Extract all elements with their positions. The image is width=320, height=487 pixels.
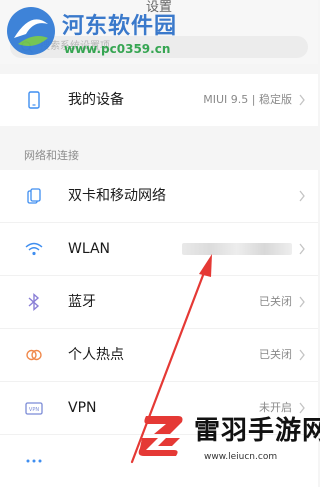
svg-text:VPN: VPN [29,407,39,413]
blurred-wifi-name [182,243,292,255]
watermark-title: 雷羽手游网 [194,416,320,446]
watermark-logo-icon [138,416,183,456]
sim-icon [27,188,41,204]
settings-header: 设置 搜索系统设置项 河东软件园 www.pc0359.cn [0,0,318,64]
row-my-device[interactable]: 我的设备 MIUI 9.5 | 稳定版 [0,74,318,126]
watermark-top: 河东软件园 www.pc0359.cn [4,2,244,62]
more-dots-icon [26,459,42,463]
row-bluetooth[interactable]: 蓝牙 已关闭 [0,276,318,329]
bluetooth-icon [28,292,40,312]
row-value: 已关闭 [259,295,292,308]
chevron-right-icon [299,296,305,308]
device-group: 我的设备 MIUI 9.5 | 稳定版 [0,74,318,126]
chevron-right-icon [299,349,305,361]
row-label: 蓝牙 [68,294,96,310]
row-hotspot[interactable]: 个人热点 已关闭 [0,329,318,382]
row-sim-mobile[interactable]: 双卡和移动网络 [0,170,318,223]
chevron-right-icon [299,94,305,106]
watermark-bottom: 雷羽手游网 www.leiucn.com [132,404,320,472]
wifi-icon [25,242,43,256]
hotspot-icon [26,349,42,361]
vpn-icon: VPN [25,402,43,415]
row-label: 双卡和移动网络 [68,188,166,204]
row-value: 已关闭 [259,348,292,361]
row-value: MIUI 9.5 | 稳定版 [203,93,292,106]
section-label-network: 网络和连接 [24,149,79,162]
watermark-url: www.pc0359.cn [64,42,171,56]
chevron-right-icon [299,190,305,202]
watermark-logo-icon [7,7,55,55]
watermark-title: 河东软件园 [62,14,178,39]
phone-icon [28,91,40,109]
row-wlan[interactable]: WLAN [0,223,318,276]
row-label: WLAN [68,241,111,257]
row-label: VPN [68,400,97,416]
row-label: 我的设备 [68,92,124,108]
row-label: 个人热点 [68,347,124,363]
watermark-url: www.leiucn.com [204,452,278,462]
chevron-right-icon [299,243,305,255]
